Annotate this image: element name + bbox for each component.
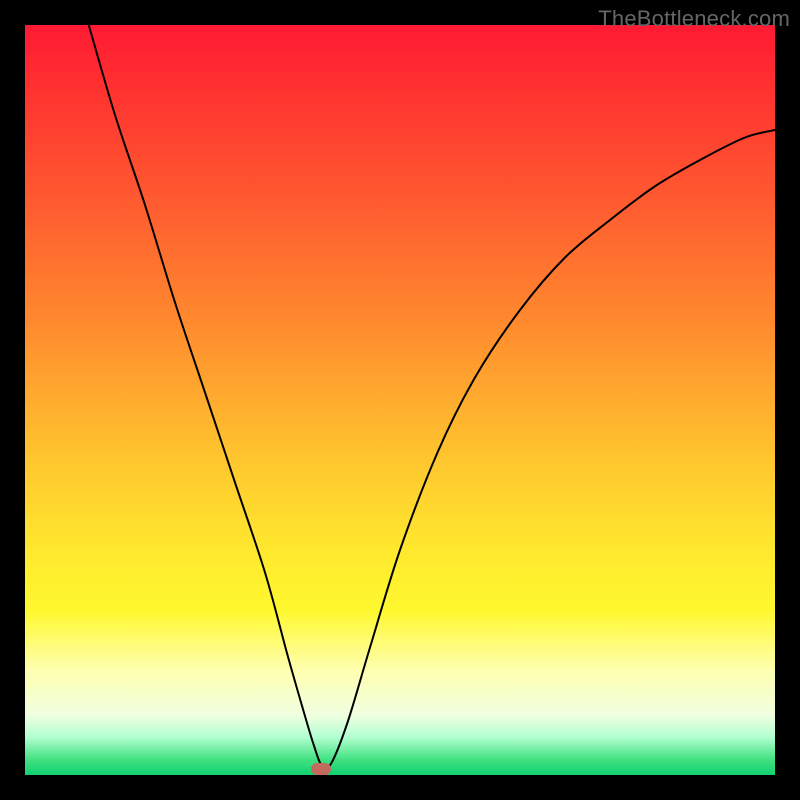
attribution-watermark: TheBottleneck.com xyxy=(598,6,790,32)
curve-svg xyxy=(25,25,775,775)
bottleneck-curve xyxy=(89,25,775,769)
plot-area xyxy=(25,25,775,775)
chart-frame: TheBottleneck.com xyxy=(0,0,800,800)
optimum-marker xyxy=(311,763,331,775)
